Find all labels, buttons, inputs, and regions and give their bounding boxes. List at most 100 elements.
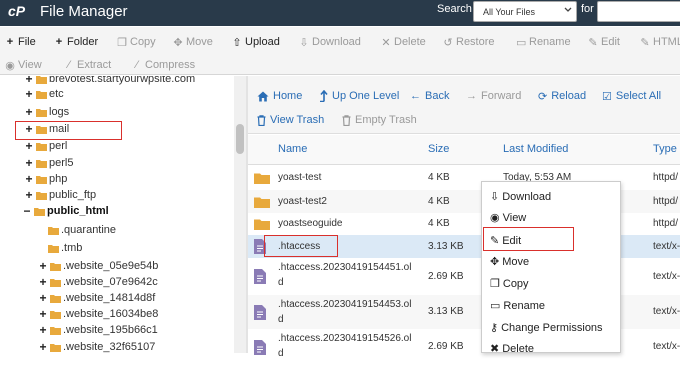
edit-button[interactable]: ✎ Edit bbox=[588, 32, 620, 52]
tree-item[interactable]: + logs bbox=[24, 103, 69, 121]
folder-icon bbox=[36, 142, 47, 151]
context-view-label: View bbox=[502, 211, 527, 224]
upload-button[interactable]: ⇧ Upload bbox=[232, 32, 279, 52]
eye-icon: ◉ bbox=[490, 212, 500, 224]
move-icon: ✥ bbox=[173, 36, 183, 49]
forward-button[interactable]: → Forward bbox=[466, 88, 521, 104]
tree-item[interactable]: + .website_195b66c1 bbox=[38, 321, 157, 339]
tree-item[interactable]: .tmb bbox=[48, 239, 82, 257]
tree-scrollbar[interactable] bbox=[234, 76, 246, 353]
folder-icon bbox=[36, 159, 47, 168]
column-header-size[interactable]: Size bbox=[428, 143, 449, 155]
context-menu-rename[interactable]: ▭ Rename bbox=[490, 299, 545, 313]
reload-label: Reload bbox=[551, 90, 587, 102]
tree-item-label: .quarantine bbox=[61, 224, 117, 236]
compress-button[interactable]: ⁄ Compress bbox=[132, 55, 195, 75]
tree-item[interactable]: + etc bbox=[24, 85, 63, 103]
context-menu-delete[interactable]: ✖ Delete bbox=[490, 342, 534, 356]
file-icon bbox=[254, 269, 266, 284]
file-size: 2.69 KB bbox=[428, 341, 464, 352]
tree-item[interactable]: − public_html bbox=[22, 202, 108, 220]
tree-item-label: perl bbox=[49, 140, 68, 152]
back-button[interactable]: ← Back bbox=[410, 88, 449, 104]
rename-button[interactable]: ▭ Rename bbox=[516, 32, 571, 52]
column-header-last-modified[interactable]: Last Modified bbox=[503, 143, 568, 155]
file-row-icon bbox=[254, 172, 270, 184]
search-label: Search bbox=[437, 3, 472, 15]
context-menu-download[interactable]: ⇩ Download bbox=[490, 190, 551, 204]
file-size: 4 KB bbox=[428, 172, 450, 183]
expand-icon[interactable]: + bbox=[24, 156, 34, 170]
context-menu-view[interactable]: ◉ View bbox=[490, 211, 527, 225]
expand-icon[interactable]: + bbox=[24, 105, 34, 119]
restore-button[interactable]: ↺ Restore bbox=[443, 32, 494, 52]
tree-item-label: .tmb bbox=[61, 242, 83, 254]
expand-icon[interactable]: + bbox=[24, 139, 34, 153]
folder-icon bbox=[50, 310, 61, 319]
tree-scrollbar-thumb[interactable] bbox=[236, 124, 244, 154]
expand-icon[interactable]: + bbox=[38, 275, 48, 289]
expand-icon[interactable]: + bbox=[38, 259, 48, 273]
new-file-button[interactable]: + File bbox=[5, 32, 36, 52]
context-menu-change-permissions[interactable]: ⚷ Change Permissions bbox=[490, 321, 603, 335]
context-menu-copy[interactable]: ❐ Copy bbox=[490, 277, 529, 291]
expand-icon[interactable]: + bbox=[38, 340, 48, 353]
view-button[interactable]: ◉ View bbox=[5, 55, 41, 75]
search-input[interactable] bbox=[597, 1, 680, 22]
plus-icon: + bbox=[55, 36, 63, 48]
view-trash-label: View Trash bbox=[270, 114, 325, 126]
tree-item-label: brevotest.startyourwpsite.com bbox=[49, 76, 196, 85]
collapse-icon[interactable]: − bbox=[22, 204, 32, 218]
folder-icon bbox=[36, 108, 47, 117]
file-name: .htaccess.20230419154526.ol bbox=[278, 333, 412, 344]
expand-icon[interactable]: + bbox=[38, 291, 48, 305]
file-type: httpd/ bbox=[653, 196, 679, 207]
wand-icon: ⁄ bbox=[136, 59, 138, 71]
undo-icon: ↺ bbox=[443, 36, 453, 49]
arrow-right-icon: → bbox=[466, 90, 477, 102]
tree-item[interactable]: .quarantine bbox=[48, 221, 116, 239]
view-trash-button[interactable]: View Trash bbox=[257, 112, 324, 128]
file-row-icon bbox=[254, 269, 266, 284]
empty-trash-button[interactable]: Empty Trash bbox=[342, 112, 417, 128]
expand-icon[interactable]: + bbox=[38, 307, 48, 321]
select-all-button[interactable]: ☑ Select All bbox=[602, 88, 661, 104]
html-editor-button[interactable]: ✎ HTML bbox=[640, 32, 680, 52]
empty-trash-label: Empty Trash bbox=[355, 114, 417, 126]
file-type: httpd/ bbox=[653, 218, 679, 229]
eye-icon: ◉ bbox=[5, 59, 15, 72]
tree-item[interactable]: + .website_32f65107 bbox=[38, 338, 155, 353]
chevron-down-icon bbox=[564, 7, 572, 12]
move-button[interactable]: ✥ Move bbox=[173, 32, 213, 52]
app-title: File Manager bbox=[40, 3, 128, 20]
new-folder-button[interactable]: + Folder bbox=[54, 32, 98, 52]
search-scope-select[interactable]: All Your Files bbox=[473, 1, 577, 22]
context-menu: ⇩ Download ◉ View ✎ Edit ✥ Move ❐ Copy ▭ Renam… bbox=[481, 181, 621, 356]
expand-icon[interactable]: + bbox=[38, 323, 48, 337]
key-icon: ⚷ bbox=[490, 322, 499, 334]
close-icon: ✖ bbox=[490, 343, 500, 355]
file-name: yoast-test2 bbox=[278, 196, 327, 207]
file-type: text/x- bbox=[653, 271, 680, 282]
reload-button[interactable]: ⟳ Reload bbox=[538, 88, 586, 104]
extract-button[interactable]: ⁄ Extract bbox=[64, 55, 111, 75]
expand-icon[interactable]: + bbox=[24, 87, 34, 101]
column-header-name[interactable]: Name bbox=[278, 143, 307, 155]
back-label: Back bbox=[425, 90, 450, 102]
toolbar: + File + Folder ❐ Copy ✥ Move ⇧ Upload ⇩ Downl… bbox=[0, 27, 680, 75]
folder-icon bbox=[50, 278, 61, 287]
copy-button[interactable]: ❐ Copy bbox=[117, 32, 156, 52]
folder-icon bbox=[254, 173, 270, 184]
file-size: 4 KB bbox=[428, 218, 450, 229]
context-menu-move[interactable]: ✥ Move bbox=[490, 255, 529, 269]
expand-icon[interactable]: + bbox=[24, 172, 34, 186]
download-button[interactable]: ⇩ Download bbox=[299, 32, 361, 52]
file-name-cont: d bbox=[278, 314, 284, 325]
file-size: 3.13 KB bbox=[428, 241, 464, 252]
column-header-type[interactable]: Type bbox=[653, 143, 677, 155]
expand-icon[interactable]: + bbox=[24, 188, 34, 202]
pencil-icon: ✎ bbox=[588, 36, 598, 49]
up-one-level-button[interactable]: Up One Level bbox=[319, 88, 399, 104]
home-button[interactable]: Home bbox=[257, 88, 302, 104]
delete-button[interactable]: ✕ Delete bbox=[381, 32, 425, 52]
